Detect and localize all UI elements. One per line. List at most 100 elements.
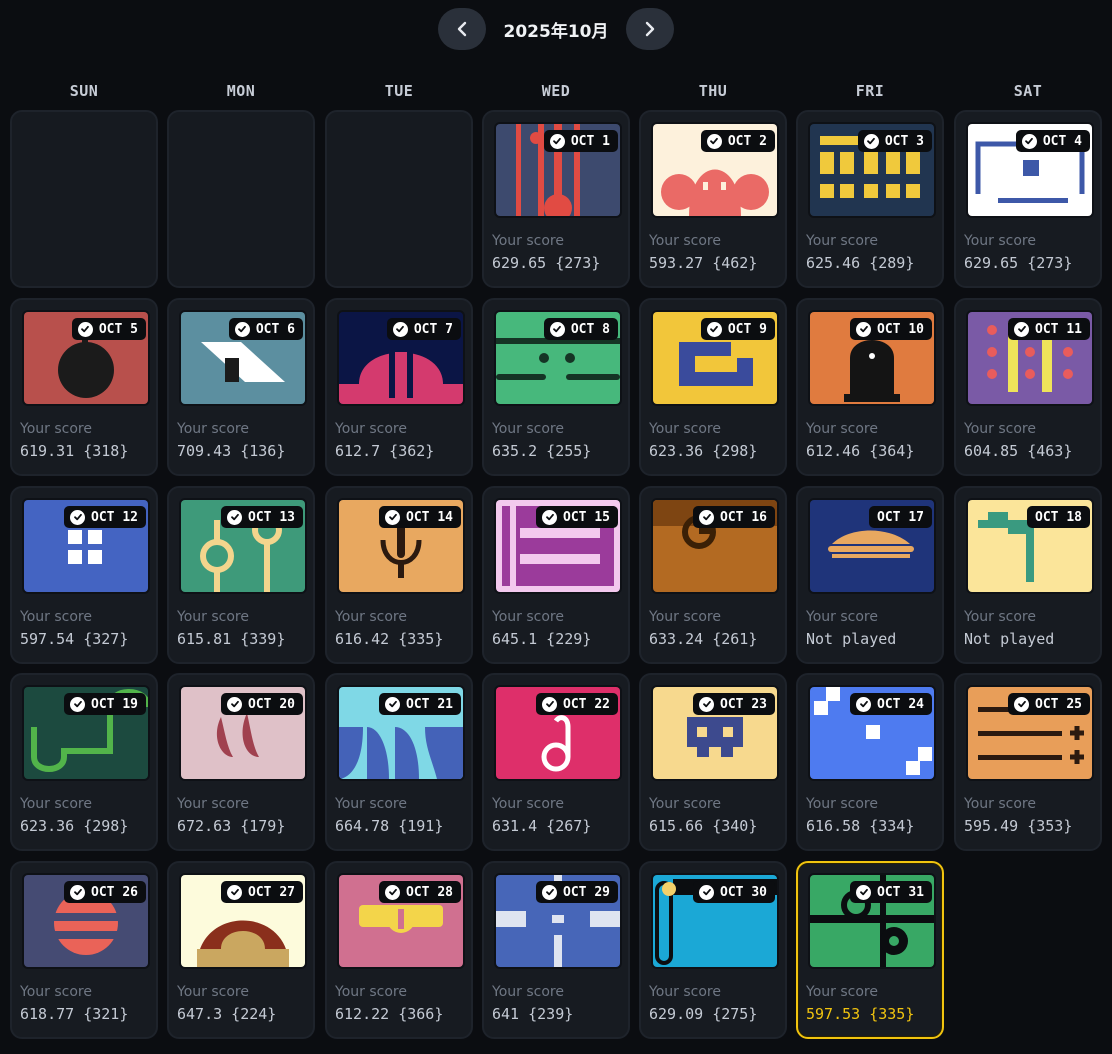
score-value: 664.78 {191} [335, 817, 444, 835]
date-badge: OCT 11 [1008, 318, 1090, 340]
day-cell[interactable]: OCT 16 Your score 633.24 {261} [639, 486, 787, 664]
date-badge: OCT 6 [228, 318, 303, 340]
day-cell[interactable]: OCT 13 Your score 615.81 {339} [167, 486, 315, 664]
date-label: OCT 4 [1042, 133, 1082, 149]
day-cell[interactable]: OCT 28 Your score 612.22 {366} [325, 861, 473, 1039]
score-label: Your score [649, 421, 721, 437]
date-label: OCT 27 [248, 884, 295, 900]
date-badge: OCT 25 [1008, 693, 1090, 715]
date-label: OCT 5 [98, 321, 138, 337]
weekday-fri: FRI [855, 82, 885, 100]
chevron-left-icon [457, 21, 466, 37]
score-label: Your score [335, 984, 407, 1000]
day-cell[interactable]: OCT 24 Your score 616.58 {334} [796, 673, 944, 851]
score-value: 631.4 {267} [492, 817, 592, 835]
score-value: 618.77 {321} [20, 1005, 129, 1023]
score-label: Your score [806, 796, 878, 812]
check-icon [699, 884, 715, 900]
day-cell[interactable]: OCT 6 Your score 709.43 {136} [167, 298, 315, 476]
day-cell[interactable]: OCT 31 Your score 597.53 {335} [796, 861, 944, 1039]
check-icon [699, 696, 715, 712]
score-value: Not played [806, 630, 897, 648]
day-cell[interactable]: OCT 2 Your score 593.27 {462} [639, 110, 787, 288]
check-icon [385, 696, 401, 712]
check-icon [227, 884, 243, 900]
score-label: Your score [806, 609, 878, 625]
date-badge: OCT 20 [221, 693, 303, 715]
check-icon [542, 696, 558, 712]
day-cell[interactable]: OCT 25 Your score 595.49 {353} [954, 673, 1102, 851]
day-cell[interactable]: OCT 30 Your score 629.09 {275} [639, 861, 787, 1039]
score-label: Your score [492, 421, 564, 437]
score-value: 616.42 {335} [335, 630, 444, 648]
date-label: OCT 23 [720, 696, 767, 712]
date-label: OCT 19 [91, 696, 138, 712]
prev-month-button[interactable] [437, 8, 486, 50]
date-badge: OCT 4 [1015, 130, 1090, 152]
weekday-sun: SUN [69, 82, 99, 100]
check-icon [385, 509, 401, 525]
check-icon [77, 321, 93, 337]
date-badge: OCT 8 [543, 318, 618, 340]
next-month-button[interactable] [626, 8, 675, 50]
date-label: OCT 26 [91, 884, 138, 900]
day-cell[interactable]: OCT 3 Your score 625.46 {289} [796, 110, 944, 288]
weekday-mon: MON [226, 82, 256, 100]
date-badge: OCT 23 [693, 693, 775, 715]
score-value: 633.24 {261} [649, 630, 758, 648]
date-badge: OCT 30 [693, 881, 775, 903]
date-label: OCT 17 [877, 509, 924, 525]
day-cell[interactable]: OCT 19 Your score 623.36 {298} [10, 673, 158, 851]
score-label: Your score [335, 609, 407, 625]
day-cell[interactable]: OCT 14 Your score 616.42 {335} [325, 486, 473, 664]
score-label: Your score [649, 796, 721, 812]
day-cell[interactable]: OCT 26 Your score 618.77 {321} [10, 861, 158, 1039]
date-badge: OCT 31 [850, 881, 932, 903]
day-cell[interactable]: OCT 7 Your score 612.7 {362} [325, 298, 473, 476]
day-cell[interactable]: OCT 15 Your score 645.1 {229} [482, 486, 630, 664]
check-icon [227, 509, 243, 525]
day-cell[interactable]: OCT 17 Your score Not played [796, 486, 944, 664]
date-label: OCT 12 [91, 509, 138, 525]
date-badge: OCT 24 [850, 693, 932, 715]
score-label: Your score [964, 233, 1036, 249]
check-icon [863, 133, 879, 149]
date-badge: OCT 13 [221, 506, 303, 528]
score-label: Your score [492, 796, 564, 812]
day-cell[interactable]: OCT 10 Your score 612.46 {364} [796, 298, 944, 476]
score-label: Your score [492, 609, 564, 625]
day-cell[interactable]: OCT 21 Your score 664.78 {191} [325, 673, 473, 851]
score-label: Your score [492, 233, 564, 249]
day-cell[interactable]: OCT 4 Your score 629.65 {273} [954, 110, 1102, 288]
date-label: OCT 2 [727, 133, 767, 149]
day-cell[interactable]: OCT 5 Your score 619.31 {318} [10, 298, 158, 476]
check-icon [856, 321, 872, 337]
score-value: 709.43 {136} [177, 442, 286, 460]
day-cell[interactable]: OCT 27 Your score 647.3 {224} [167, 861, 315, 1039]
day-cell[interactable]: OCT 20 Your score 672.63 {179} [167, 673, 315, 851]
day-cell[interactable]: OCT 12 Your score 597.54 {327} [10, 486, 158, 664]
day-cell[interactable]: OCT 11 Your score 604.85 {463} [954, 298, 1102, 476]
score-value: 635.2 {255} [492, 442, 592, 460]
day-cell[interactable]: OCT 23 Your score 615.66 {340} [639, 673, 787, 851]
date-label: OCT 1 [570, 133, 610, 149]
day-cell[interactable]: OCT 22 Your score 631.4 {267} [482, 673, 630, 851]
score-value: 612.46 {364} [806, 442, 915, 460]
check-icon [706, 321, 722, 337]
day-cell[interactable]: OCT 1 Your score 629.65 {273} [482, 110, 630, 288]
day-cell[interactable]: OCT 9 Your score 623.36 {298} [639, 298, 787, 476]
date-badge: OCT 9 [700, 318, 775, 340]
date-badge: OCT 18 [1027, 506, 1090, 528]
score-value: 625.46 {289} [806, 254, 915, 272]
day-cell[interactable]: OCT 18 Your score Not played [954, 486, 1102, 664]
day-cell[interactable]: OCT 29 Your score 641 {239} [482, 861, 630, 1039]
score-value: 647.3 {224} [177, 1005, 277, 1023]
score-label: Your score [20, 796, 92, 812]
score-value: 616.58 {334} [806, 817, 915, 835]
score-value: 619.31 {318} [20, 442, 129, 460]
empty-day-cell [325, 110, 473, 288]
score-label: Your score [335, 796, 407, 812]
score-label: Your score [806, 233, 878, 249]
score-label: Your score [20, 421, 92, 437]
day-cell[interactable]: OCT 8 Your score 635.2 {255} [482, 298, 630, 476]
